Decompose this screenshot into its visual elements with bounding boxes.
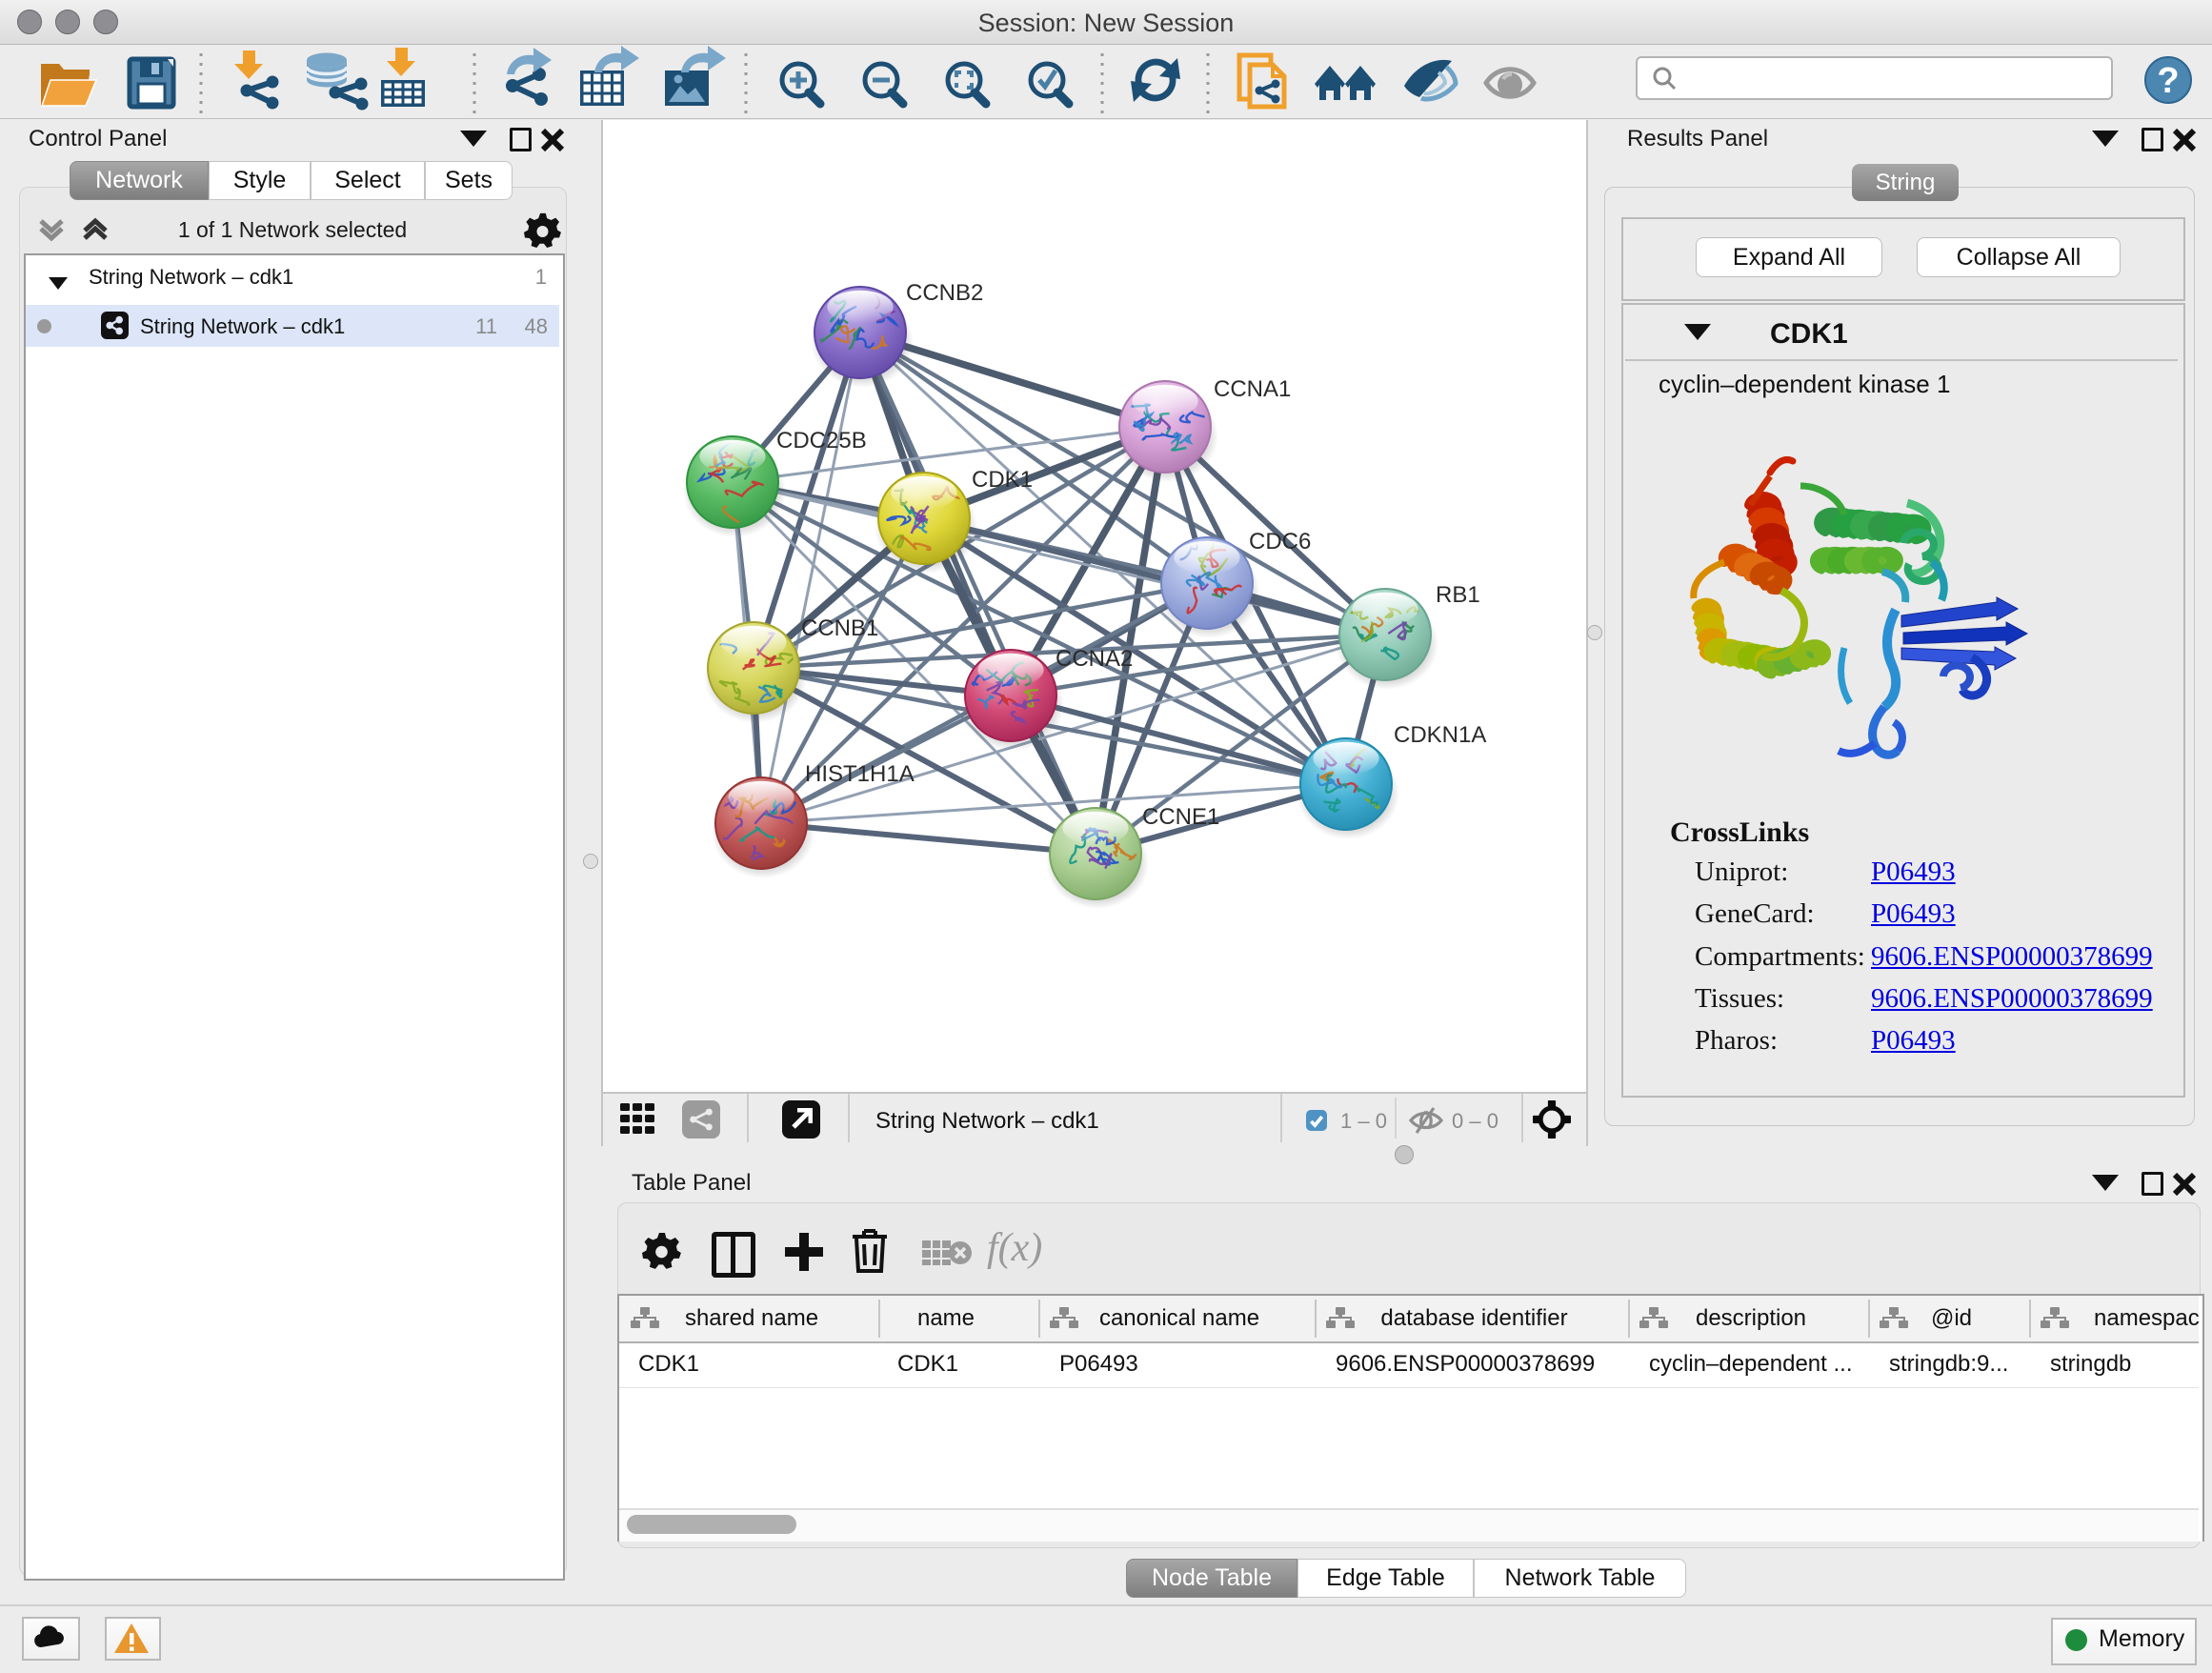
- svg-text:CDKN1A: CDKN1A: [1394, 722, 1486, 748]
- svg-text:CCNA1: CCNA1: [1214, 376, 1291, 402]
- svg-text:CCNE1: CCNE1: [1142, 804, 1219, 830]
- svg-text:CCNB1: CCNB1: [801, 615, 878, 641]
- svg-text:?: ?: [2157, 61, 2179, 101]
- svg-text:CDK1: CDK1: [972, 467, 1033, 493]
- svg-text:HIST1H1A: HIST1H1A: [805, 761, 915, 787]
- svg-text:CDC25B: CDC25B: [776, 428, 867, 454]
- svg-text:RB1: RB1: [1436, 582, 1480, 608]
- svg-text:CCNB2: CCNB2: [906, 280, 983, 306]
- svg-text:CDC6: CDC6: [1249, 529, 1311, 554]
- svg-text:CCNA2: CCNA2: [1056, 646, 1133, 672]
